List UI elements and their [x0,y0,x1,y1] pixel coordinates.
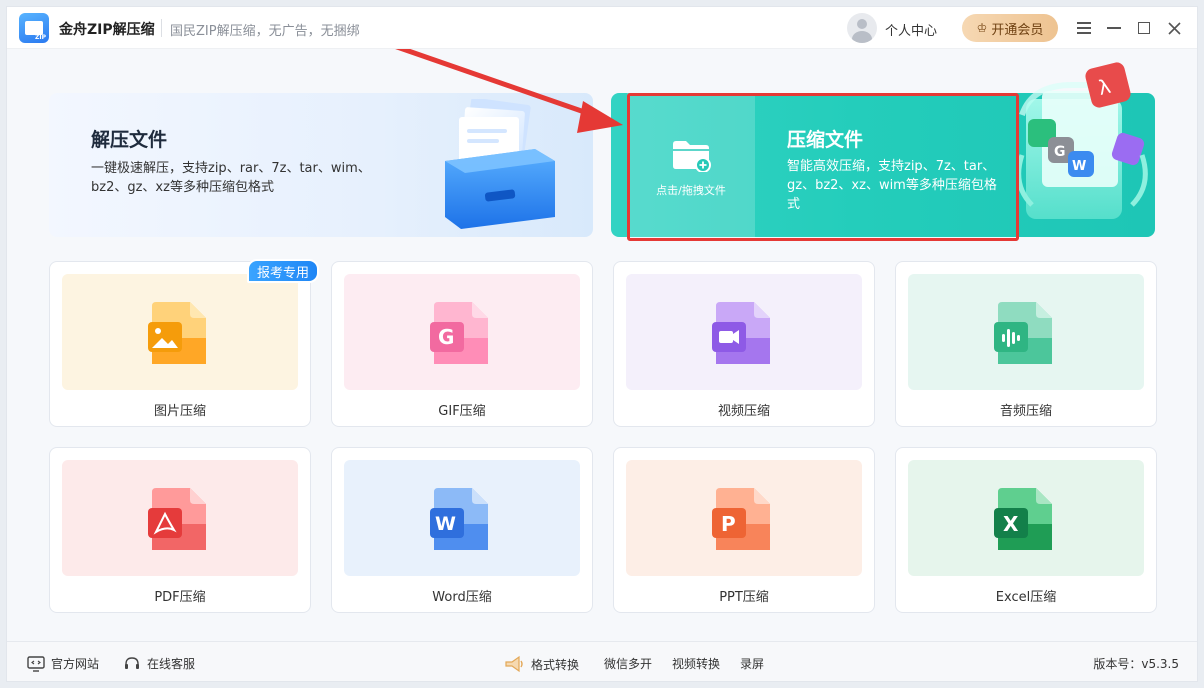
tool-excel-compress[interactable]: X Excel压缩 [895,447,1157,613]
tool-art-gif: G [344,274,580,390]
tool-ppt-compress[interactable]: P PPT压缩 [613,447,875,613]
tool-art-ppt: P [626,460,862,576]
tool-pdf-compress[interactable]: PDF压缩 [49,447,311,613]
excel-file-icon: X [994,488,1052,550]
minimize-button[interactable] [1102,16,1126,40]
folder-add-icon [673,141,711,172]
audio-file-icon [994,302,1052,364]
tool-label: 图片压缩 [153,404,206,419]
tool-label: 视频压缩 [717,404,770,419]
tool-label: PDF压缩 [154,590,206,605]
decompress-card[interactable]: 解压文件 一键极速解压，支持zip、rar、7z、tar、wim、bz2、gz、… [49,93,593,237]
official-site-label: 官方网站 [51,657,100,671]
app-title: 金舟ZIP解压缩 [59,22,155,38]
gif-file-icon: G [430,302,488,364]
format-convert-link[interactable]: 格式转换 [503,655,579,673]
video-convert-link[interactable]: 视频转换 [672,655,720,672]
main-area: 解压文件 一键极速解压，支持zip、rar、7z、tar、wim、bz2、gz、… [7,49,1197,641]
close-button[interactable] [1162,16,1186,40]
crown-icon: ♔ [976,21,988,35]
tool-video-compress[interactable]: 视频压缩 [613,261,875,427]
tool-art-video [626,274,862,390]
video-convert-label: 视频转换 [672,657,721,671]
word-file-icon: W [430,488,488,550]
user-avatar-icon[interactable] [847,13,877,43]
format-convert-label: 格式转换 [531,657,580,672]
menu-button[interactable] [1072,16,1096,40]
tool-label: Excel压缩 [995,590,1057,605]
svg-text:G: G [438,325,454,349]
minimize-icon [1107,27,1121,29]
svg-text:X: X [1003,512,1019,536]
tool-art-word: W [344,460,580,576]
megaphone-icon [505,655,523,673]
headset-icon [125,656,139,669]
tool-label: Word压缩 [432,590,492,605]
tool-gif-compress[interactable]: G GIF压缩 [331,261,593,427]
tool-audio-compress[interactable]: 音频压缩 [895,261,1157,427]
screen-record-link[interactable]: 录屏 [740,655,764,672]
title-divider [161,19,162,37]
tool-label: GIF压缩 [438,404,486,419]
file-drawer-icon [445,99,555,229]
app-logo-icon [19,13,49,43]
file-drop-zone[interactable]: 点击/拖拽文件 [627,93,755,237]
tool-art-image [62,274,298,390]
compress-desc: 智能高效压缩，支持zip、7z、tar、gz、bz2、xz、wim等多种压缩包格… [787,159,997,212]
title-bar: 金舟ZIP解压缩 国民ZIP解压缩，无广告，无捆绑 个人中心 ♔ 开通会员 [7,7,1197,49]
tool-label: 音频压缩 [999,404,1052,419]
svg-text:P: P [721,512,736,536]
monitor-icon [27,655,45,672]
decompress-title: 解压文件 [91,129,168,151]
image-file-icon [148,302,206,364]
compress-illustration-icon: λ G W [1016,62,1148,219]
version-label: 版本号：v5.3.5 [1093,657,1179,671]
tool-label: PPT压缩 [719,590,769,605]
tool-art-excel: X [908,460,1144,576]
drop-zone-label: 点击/拖拽文件 [656,184,726,197]
exam-badge: 报考专用 [247,259,319,283]
tool-image-compress[interactable]: 图片压缩 [49,261,311,427]
svg-text:W: W [1072,159,1086,174]
decompress-desc: 一键极速解压，支持zip、rar、7z、tar、wim、bz2、gz、xz等多种… [91,161,371,195]
tool-word-compress[interactable]: W Word压缩 [331,447,593,613]
svg-text:W: W [435,513,456,535]
vip-button-label: 开通会员 [991,22,1044,38]
tool-art-pdf [62,460,298,576]
close-icon [1167,21,1181,35]
compress-title: 压缩文件 [787,129,864,151]
tool-art-audio [908,274,1144,390]
online-service-label: 在线客服 [147,657,196,671]
online-service-link[interactable]: 在线客服 [123,655,195,672]
wechat-multi-label: 微信多开 [604,657,653,671]
app-window: 金舟ZIP解压缩 国民ZIP解压缩，无广告，无捆绑 个人中心 ♔ 开通会员 解压… [6,6,1198,682]
video-file-icon [712,302,770,364]
wechat-multi-link[interactable]: 微信多开 [604,655,652,672]
user-center-link[interactable]: 个人中心 [885,20,937,39]
maximize-icon [1138,22,1150,34]
ppt-file-icon: P [712,488,770,550]
hamburger-icon [1077,22,1091,34]
svg-text:G: G [1054,144,1066,160]
vip-button[interactable]: ♔ 开通会员 [962,14,1058,42]
maximize-button[interactable] [1132,16,1156,40]
footer-bar: 官方网站 在线客服 格式转换 微信多开 视频转换 录屏 版本号：v5.3.5 [7,641,1197,681]
pdf-file-icon [148,488,206,550]
screen-record-label: 录屏 [740,657,765,671]
official-site-link[interactable]: 官方网站 [27,655,99,672]
app-slogan: 国民ZIP解压缩，无广告，无捆绑 [170,24,360,39]
